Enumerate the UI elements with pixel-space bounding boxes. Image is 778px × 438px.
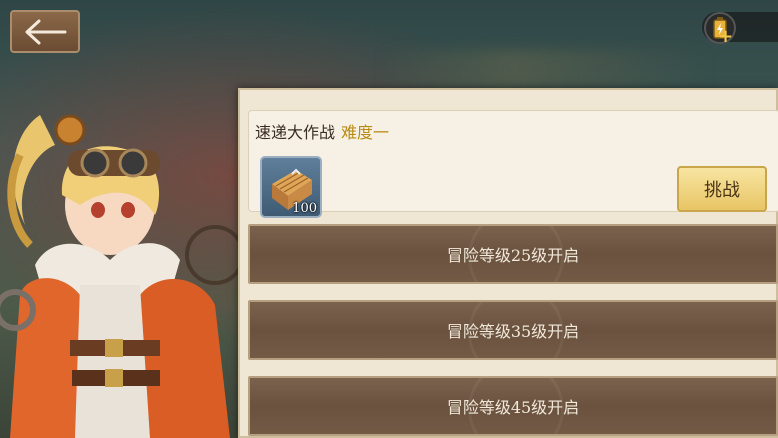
event-name: 速递大作战 bbox=[255, 123, 336, 142]
locked-tier-label: 冒险等级25级开启 bbox=[446, 246, 580, 265]
background-blur bbox=[380, 50, 710, 90]
challenge-button[interactable]: 挑战 bbox=[677, 166, 767, 212]
character-illustration bbox=[0, 114, 245, 438]
locked-tier-25[interactable]: 冒险等级25级开启 bbox=[248, 224, 778, 284]
active-stage-card: 速递大作战 难度一 100 挑战 bbox=[248, 110, 778, 218]
energy-add-button[interactable]: + bbox=[718, 28, 733, 46]
locked-tier-label: 冒险等级45级开启 bbox=[446, 398, 580, 417]
reward-item[interactable]: 100 bbox=[260, 156, 322, 218]
locked-tier-label: 冒险等级35级开启 bbox=[446, 322, 580, 341]
difficulty-label: 难度一 bbox=[341, 123, 390, 142]
event-title: 速递大作战 难度一 bbox=[255, 119, 389, 143]
back-button[interactable] bbox=[10, 10, 80, 53]
event-panel: 速递大作战 难度一 100 挑战 冒险等级25级开启 冒险等级35级开启 冒险等级… bbox=[238, 88, 778, 438]
arrow-left-icon bbox=[25, 19, 67, 44]
reward-count: 100 bbox=[292, 201, 317, 216]
locked-tier-45[interactable]: 冒险等级45级开启 bbox=[248, 376, 778, 436]
locked-tier-35[interactable]: 冒险等级35级开启 bbox=[248, 300, 778, 360]
